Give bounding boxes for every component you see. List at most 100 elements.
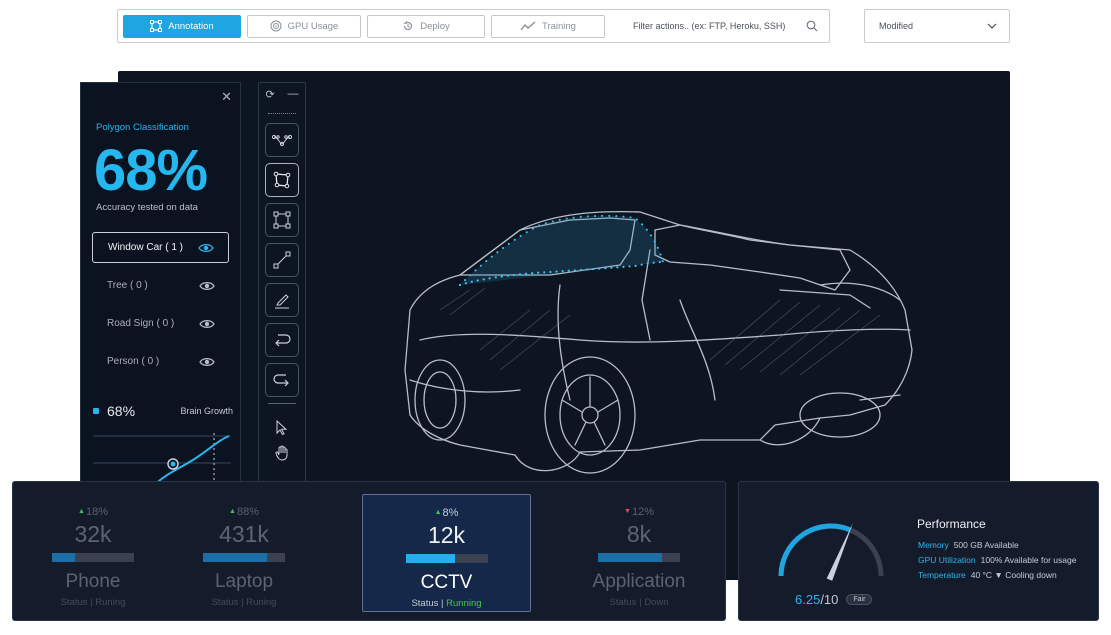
chevron-down-icon (987, 23, 997, 29)
stat-card-application[interactable]: ▼12% 8k Application Status | Down (559, 482, 719, 608)
class-item-window-car[interactable]: Window Car ( 1 ) (92, 232, 229, 263)
device-stats-panel: ▲18% 32k Phone Status | Runing ▲88% 431k… (12, 481, 726, 621)
hand-icon (275, 445, 288, 461)
eye-icon[interactable] (199, 281, 215, 291)
gauge-needle (826, 522, 854, 581)
perf-row-gpu: GPU Utilization 100% Available for usage (918, 555, 1076, 565)
polygon-tool-icon (273, 171, 291, 189)
rating-badge: Fair (846, 594, 873, 605)
stat-status: Status | Running (411, 598, 482, 609)
undo-tool-button[interactable] (265, 323, 299, 357)
growth-label: Brain Growth (180, 406, 233, 416)
performance-title: Performance (917, 517, 986, 531)
stat-status-prefix: Status (411, 598, 439, 609)
class-item-label: Person ( 0 ) (107, 356, 160, 367)
gpu-usage-tab[interactable]: GPU Usage (247, 14, 361, 38)
stat-name: Phone (65, 571, 121, 592)
class-item-road-sign[interactable]: Road Sign ( 0 ) (92, 308, 229, 339)
eye-icon[interactable] (199, 319, 215, 329)
bounding-box-tool-button[interactable] (265, 203, 299, 237)
stat-progress-fill (52, 553, 75, 562)
stat-status-value: Running (446, 598, 482, 609)
stat-change: ▲8% (363, 507, 530, 521)
stat-status-prefix: Status (60, 597, 88, 608)
stat-change-value: 12% (631, 506, 654, 518)
perf-row-temperature: Temperature 40 °C ▼ Cooling down (918, 570, 1057, 580)
score-value: 6.25 (795, 592, 821, 607)
annotation-tab[interactable]: Annotation (123, 14, 241, 38)
perf-row-key: GPU Utilization (918, 555, 976, 565)
stat-value: 12k (427, 522, 466, 548)
stat-progress-bar (52, 553, 134, 562)
polygon-tool-button[interactable] (265, 163, 299, 197)
stat-change-value: 18% (85, 506, 108, 518)
pointer-tool-button[interactable] (265, 414, 299, 440)
stat-name: CCTV (420, 572, 473, 593)
bezier-tool-button[interactable] (265, 123, 299, 157)
stat-value: 431k (219, 521, 269, 547)
gpu-icon (270, 20, 282, 32)
annotation-icon (150, 20, 163, 32)
stat-change: ▲88% (164, 506, 324, 520)
redo-icon (273, 374, 289, 387)
training-tab[interactable]: Training (491, 14, 605, 38)
stat-value: 32k (74, 521, 112, 547)
sort-dropdown[interactable]: Modified (864, 9, 1010, 43)
tool-divider (268, 403, 296, 404)
bezier-tool-icon (272, 134, 292, 147)
filter-input[interactable]: Filter actions.. (ex: FTP, Heroku, SSH) (633, 21, 800, 31)
growth-value: 68% (107, 403, 136, 419)
deploy-tab[interactable]: Deploy (367, 14, 485, 38)
stat-card-laptop[interactable]: ▲88% 431k Laptop Status | Runing (164, 482, 324, 608)
accuracy-caption: Accuracy tested on data (96, 202, 198, 213)
performance-panel: 6.25/10 Fair Performance Memory 500 GB Av… (738, 481, 1099, 621)
stat-progress-bar (405, 554, 488, 563)
stat-status-value: Runing (95, 597, 126, 608)
perf-row-value: 500 GB Available (953, 540, 1019, 550)
class-item-label: Road Sign ( 0 ) (107, 318, 175, 329)
class-item-tree[interactable]: Tree ( 0 ) (92, 270, 229, 301)
class-item-label: Tree ( 0 ) (107, 280, 148, 291)
class-item-label: Window Car ( 1 ) (108, 242, 184, 253)
stat-status-prefix: Status (211, 597, 239, 608)
perf-row-value: 100% Available for usage (980, 555, 1077, 565)
classification-panel: ✕ Polygon Classification 68% Accuracy te… (80, 82, 241, 502)
stat-value: 8k (626, 521, 652, 547)
close-icon[interactable]: ✕ (221, 89, 232, 105)
search-icon[interactable] (806, 20, 818, 32)
deploy-tab-label: Deploy (420, 20, 450, 32)
minimize-icon[interactable]: — (288, 88, 299, 100)
training-tab-label: Training (542, 20, 576, 32)
gpu-usage-tab-label: GPU Usage (287, 20, 339, 32)
stat-status-value: Down (644, 597, 669, 608)
edit-tool-button[interactable] (265, 283, 299, 317)
stat-card-cctv[interactable]: ▲8% 12k CCTV Status | Running (362, 494, 531, 612)
hand-tool-button[interactable] (265, 440, 299, 466)
redo-tool-button[interactable] (265, 363, 299, 397)
stat-name: Application (592, 571, 686, 592)
stat-card-phone[interactable]: ▲18% 32k Phone Status | Runing (13, 482, 173, 608)
refresh-icon[interactable]: ⟳ (265, 88, 274, 101)
stat-status-prefix: Status (609, 597, 637, 608)
stat-change-value: 8% (442, 507, 459, 519)
eye-icon[interactable] (199, 357, 215, 367)
stat-progress-fill (598, 553, 662, 562)
class-item-person[interactable]: Person ( 0 ) (92, 346, 229, 377)
tool-header: ⟳ — (259, 83, 305, 105)
eye-icon[interactable] (198, 243, 214, 253)
line-tool-icon (273, 251, 291, 269)
trend-icon (520, 21, 536, 31)
stat-progress-fill (203, 553, 267, 562)
stat-progress-bar (203, 553, 285, 562)
perf-row-value: 40 °C ▼ Cooling down (970, 570, 1057, 580)
stat-status: Status | Down (609, 597, 669, 608)
stat-progress-bar (598, 553, 680, 562)
perf-row-memory: Memory 500 GB Available (918, 540, 1019, 550)
score-max: /10 (820, 592, 839, 607)
tool-separator (268, 113, 296, 114)
stat-status: Status | Runing (60, 597, 126, 608)
stat-change: ▲18% (13, 506, 173, 520)
brain-growth: 68% Brain Growth (93, 403, 233, 419)
line-tool-button[interactable] (265, 243, 299, 277)
up-arrow-icon: ▲ (434, 509, 442, 516)
